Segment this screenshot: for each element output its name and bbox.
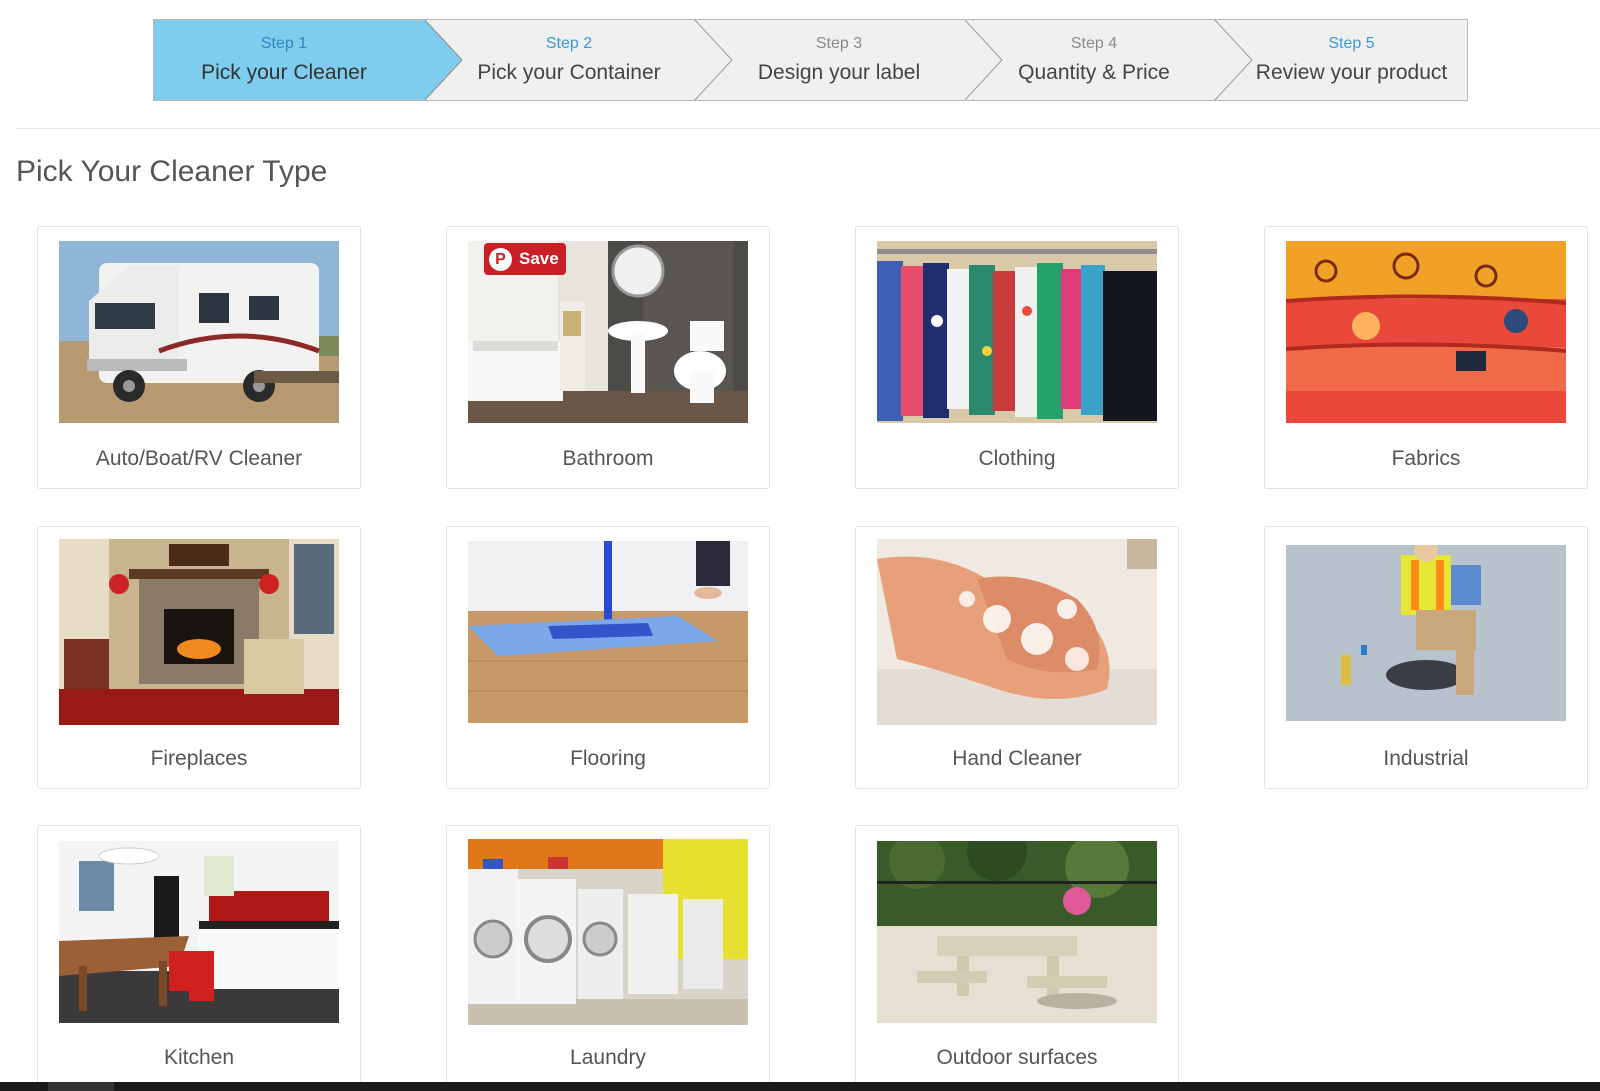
cleaner-label: Hand Cleaner	[952, 747, 1082, 770]
cleaner-card-industrial[interactable]: Industrial	[1264, 526, 1588, 789]
pinterest-icon: P	[489, 247, 512, 271]
cleaner-label: Industrial	[1383, 747, 1469, 770]
cleaner-label: Flooring	[570, 747, 646, 770]
cleaner-card-fireplaces[interactable]: Fireplaces	[37, 526, 361, 789]
cleaner-label: Outdoor surfaces	[936, 1046, 1098, 1069]
step-number: Step 5	[1328, 35, 1375, 52]
cleaner-label: Clothing	[978, 447, 1056, 470]
cleaner-card-kitchen[interactable]: Kitchen	[37, 825, 361, 1088]
cleaner-label: Laundry	[570, 1046, 646, 1069]
laundry-machines-photo	[468, 839, 748, 1025]
step-label: Quantity & Price	[1018, 61, 1170, 84]
outdoor-patio-photo	[877, 841, 1157, 1023]
cleaner-card-auto-boat-rv[interactable]: Auto/Boat/RV Cleaner	[37, 226, 361, 489]
cleaner-card-fabrics[interactable]: Fabrics	[1264, 226, 1588, 489]
cleaner-card-hand-cleaner[interactable]: Hand Cleaner	[855, 526, 1179, 789]
section-divider	[16, 128, 1600, 129]
industrial-worker-photo	[1286, 545, 1566, 721]
cleaner-card-bathroom[interactable]: P Save Bathroom	[446, 226, 770, 489]
clothing-rack-photo	[877, 241, 1157, 423]
hand-washing-photo	[877, 539, 1157, 725]
step-label: Pick your Cleaner	[201, 61, 367, 84]
mop-floor-photo	[468, 541, 748, 723]
page-title: Pick Your Cleaner Type	[16, 155, 328, 188]
pinterest-save-button[interactable]: P Save	[484, 243, 566, 275]
cleaner-label: Fireplaces	[150, 747, 248, 770]
pinterest-save-label: Save	[519, 249, 559, 268]
step-number: Step 1	[260, 35, 308, 52]
kitchen-photo	[59, 841, 339, 1023]
cleaner-card-laundry[interactable]: Laundry	[446, 825, 770, 1088]
bathroom-photo: P Save	[468, 241, 748, 423]
step-label: Pick your Container	[477, 61, 661, 84]
step-number: Step 3	[815, 35, 863, 52]
wizard-step-1[interactable]: Step 1 Pick your Cleaner	[154, 20, 463, 100]
step-wizard: Step 1 Pick your Cleaner Step 2 Pick you…	[153, 19, 1468, 101]
cleaner-label: Fabrics	[1391, 447, 1461, 470]
fabrics-photo	[1286, 241, 1566, 423]
step-label: Design your label	[757, 61, 921, 84]
wizard-step-3[interactable]: Step 3 Design your label	[694, 20, 1003, 100]
wizard-step-4[interactable]: Step 4 Quantity & Price	[964, 20, 1253, 100]
cleaner-label: Auto/Boat/RV Cleaner	[95, 447, 303, 470]
cleaner-label: Bathroom	[562, 447, 654, 470]
wizard-step-2[interactable]: Step 2 Pick your Container	[424, 20, 733, 100]
step-label: Review your product	[1255, 61, 1448, 84]
cleaner-card-clothing[interactable]: Clothing	[855, 226, 1179, 489]
wizard-step-5[interactable]: Step 5 Review your product	[1214, 20, 1467, 100]
fireplace-photo	[59, 539, 339, 725]
step-number: Step 2	[545, 35, 593, 52]
rv-photo	[59, 241, 339, 423]
cleaner-card-flooring[interactable]: Flooring	[446, 526, 770, 789]
cleaner-card-outdoor-surfaces[interactable]: Outdoor surfaces	[855, 825, 1179, 1088]
step-number: Step 4	[1070, 35, 1118, 52]
bottom-scrollbar[interactable]	[0, 1082, 1600, 1091]
scrollbar-thumb[interactable]	[48, 1082, 114, 1091]
cleaner-label: Kitchen	[163, 1046, 235, 1069]
